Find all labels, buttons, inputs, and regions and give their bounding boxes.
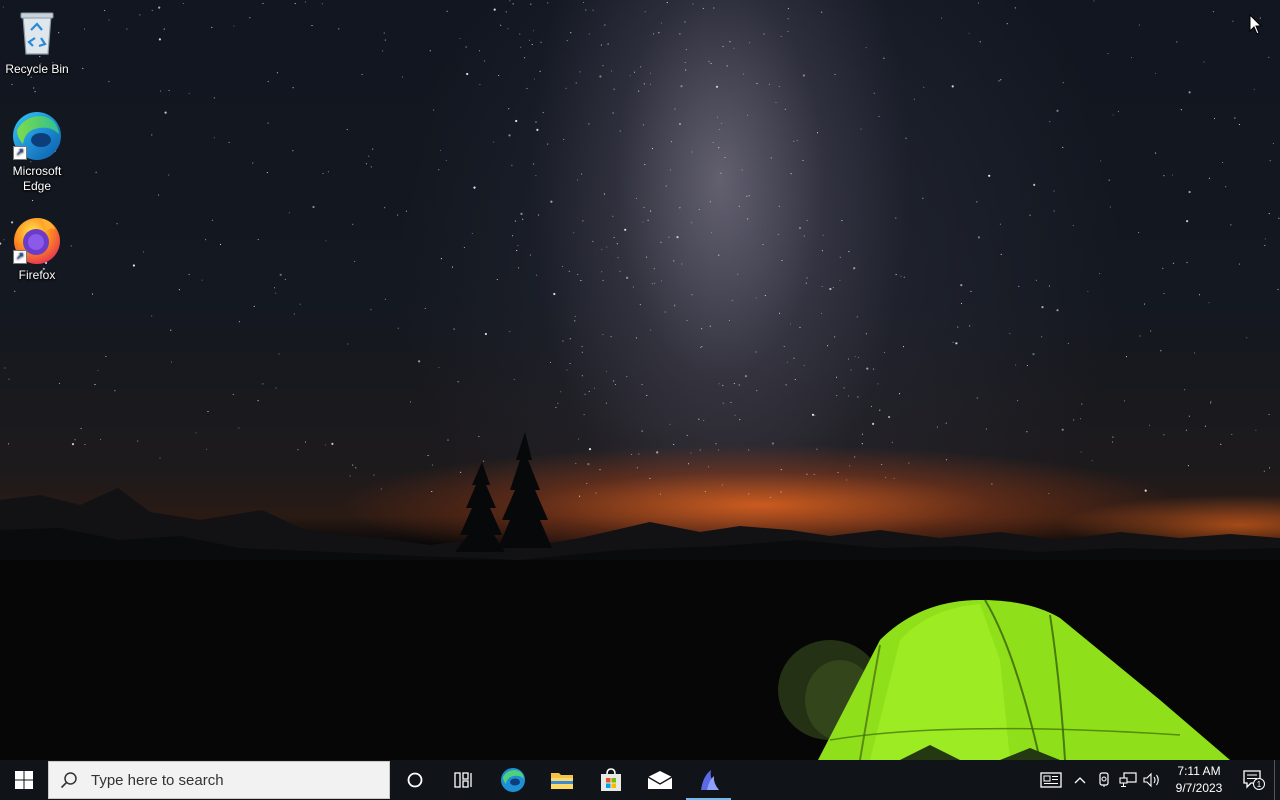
desktop-icon-firefox[interactable]: ↗ Firefox <box>0 214 74 283</box>
show-hidden-icons-button[interactable] <box>1068 760 1092 800</box>
firefox-label: Firefox <box>18 268 56 282</box>
clock-button[interactable]: 7:11 AM 9/7/2023 <box>1164 763 1234 797</box>
landscape-silhouette <box>0 432 1280 760</box>
cortana-button[interactable] <box>390 760 439 800</box>
meet-now-button[interactable] <box>1092 760 1116 800</box>
edge-icon <box>500 768 525 792</box>
shortcut-arrow-icon: ↗ <box>13 250 27 264</box>
network-icon <box>1119 772 1137 787</box>
action-center-button[interactable]: 1 <box>1234 760 1274 800</box>
desktop-icon-microsoft-edge[interactable]: ↗ Microsoft Edge <box>0 110 74 194</box>
desktop-wallpaper: Recycle Bin ↗ Microsoft Edge ↗ Firefox <box>0 0 1280 760</box>
news-icon <box>1040 772 1062 788</box>
task-view-icon <box>453 772 472 788</box>
system-tray: 7:11 AM 9/7/2023 1 <box>1034 760 1280 800</box>
microsoft-edge-label: Microsoft Edge <box>12 164 62 193</box>
windows-logo-icon <box>15 771 33 789</box>
search-input[interactable] <box>89 770 373 790</box>
edge-icon: ↗ <box>11 110 63 162</box>
mouse-cursor-icon <box>1249 14 1263 35</box>
volume-icon <box>1143 772 1159 788</box>
start-button[interactable] <box>0 760 48 800</box>
taskbar-search-box[interactable] <box>48 761 390 799</box>
clock-time: 7:11 AM <box>1177 764 1221 778</box>
microsoft-store-button[interactable] <box>586 760 635 800</box>
mail-icon <box>647 771 672 789</box>
app-icon <box>700 770 719 790</box>
chevron-up-icon <box>1074 777 1086 784</box>
taskbar-active-app-button[interactable] <box>684 760 733 800</box>
microsoft-store-icon <box>600 768 621 791</box>
mail-button[interactable] <box>635 760 684 800</box>
firefox-icon: ↗ <box>11 214 63 266</box>
file-explorer-icon <box>550 773 573 789</box>
taskbar-edge-button[interactable] <box>488 760 537 800</box>
network-button[interactable] <box>1116 760 1140 800</box>
search-icon <box>49 771 89 789</box>
clock-date: 9/7/2023 <box>1175 781 1223 795</box>
notification-count: 1 <box>1257 780 1262 789</box>
device-icon <box>1099 772 1109 787</box>
task-view-button[interactable] <box>439 760 488 800</box>
show-desktop-button[interactable] <box>1274 760 1280 800</box>
desktop-icon-recycle-bin[interactable]: Recycle Bin <box>0 8 74 77</box>
volume-button[interactable] <box>1140 760 1164 800</box>
shortcut-arrow-icon: ↗ <box>13 146 27 160</box>
recycle-bin-label: Recycle Bin <box>5 62 69 76</box>
notification-icon: 1 <box>1243 770 1265 790</box>
file-explorer-button[interactable] <box>537 760 586 800</box>
taskbar: 7:11 AM 9/7/2023 1 <box>0 760 1280 800</box>
news-widget-button[interactable] <box>1034 760 1068 800</box>
recycle-bin-icon <box>11 8 63 60</box>
cortana-icon <box>407 772 422 788</box>
